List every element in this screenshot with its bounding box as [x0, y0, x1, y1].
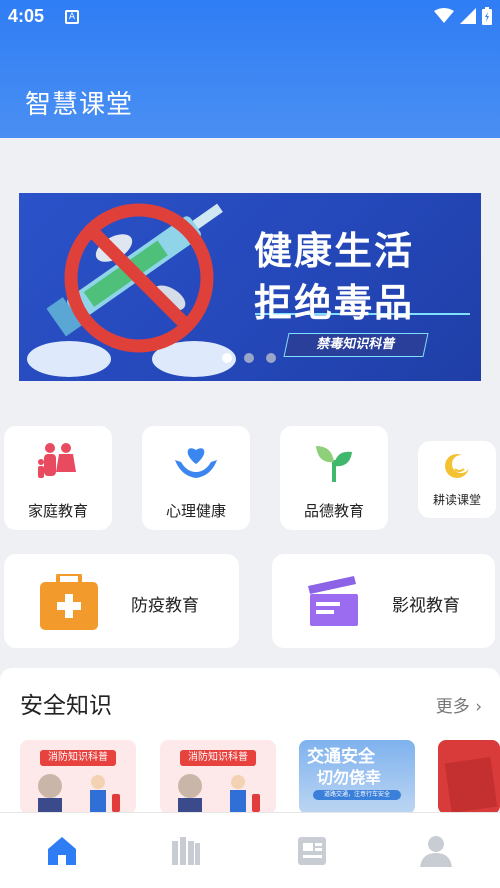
category-mental-health[interactable]: 心理健康 [142, 426, 250, 530]
banner-subtitle: 禁毒知识科普 [283, 333, 429, 357]
family-icon [38, 443, 76, 478]
carousel-dot[interactable] [266, 353, 276, 363]
card-caption-2: 切勿侥幸 [317, 768, 382, 787]
more-link[interactable]: 更多 › [436, 692, 482, 717]
card-note: 道路交通，注意行车安全 [313, 790, 401, 800]
chevron-right-icon: › [475, 697, 482, 717]
card-caption: 消防知识科普 [40, 750, 116, 766]
featured-label: 防疫教育 [131, 596, 199, 616]
heart-hands-icon [175, 448, 217, 478]
bottom-tab-bar [0, 812, 500, 888]
featured-film-education[interactable]: 影视教育 [272, 554, 495, 648]
banner-headline-2: 拒绝毒品 [254, 281, 415, 325]
firefighter-illustration [178, 774, 260, 814]
category-farming-reading[interactable]: 耕读课堂 [418, 441, 496, 518]
firefighter-illustration [38, 774, 120, 814]
status-time: 4:05 [8, 6, 45, 26]
carousel-indicator [222, 353, 276, 363]
category-label: 品德教育 [303, 502, 364, 520]
notification-icon: A [65, 10, 79, 24]
no-drugs-illustration [27, 203, 236, 377]
status-bar: 4:05 A [0, 0, 500, 34]
card-thumbnail [444, 757, 498, 813]
library-icon[interactable] [168, 833, 204, 869]
category-moral-education[interactable]: 品德教育 [280, 426, 388, 530]
more-label: 更多 [435, 697, 470, 717]
sprout-icon [316, 446, 352, 482]
safety-card[interactable]: 消防知识科普 [20, 740, 136, 814]
signal-icon [460, 8, 476, 24]
category-label: 耕读课堂 [432, 493, 481, 507]
clapperboard-icon [308, 576, 358, 626]
wifi-icon [434, 8, 454, 23]
battery-icon [482, 7, 492, 25]
moon-logo-icon [445, 454, 470, 478]
safety-card[interactable]: 交通安全 切勿侥幸 道路交通，注意行车安全 [299, 740, 415, 814]
banner-headline-1: 健康生活 [254, 229, 415, 273]
news-icon[interactable] [294, 833, 330, 869]
app-header: 4:05 A 智慧课堂 [0, 0, 500, 138]
safety-card[interactable]: 消防知识科普 [160, 740, 276, 814]
category-label: 心理健康 [165, 502, 226, 520]
featured-epidemic-prevention[interactable]: 防疫教育 [4, 554, 239, 648]
first-aid-kit-icon [40, 574, 98, 630]
section-title: 安全知识 [20, 693, 112, 719]
page-title: 智慧课堂 [25, 90, 134, 120]
carousel-dot[interactable] [244, 353, 254, 363]
safety-card[interactable] [438, 740, 500, 814]
home-icon[interactable] [44, 833, 80, 869]
category-family-education[interactable]: 家庭教育 [4, 426, 112, 530]
featured-label: 影视教育 [392, 596, 460, 616]
system-icons [434, 7, 492, 25]
user-icon[interactable] [418, 833, 454, 869]
category-label: 家庭教育 [27, 502, 88, 520]
card-caption: 消防知识科普 [180, 750, 256, 766]
carousel-dot[interactable] [222, 353, 232, 363]
